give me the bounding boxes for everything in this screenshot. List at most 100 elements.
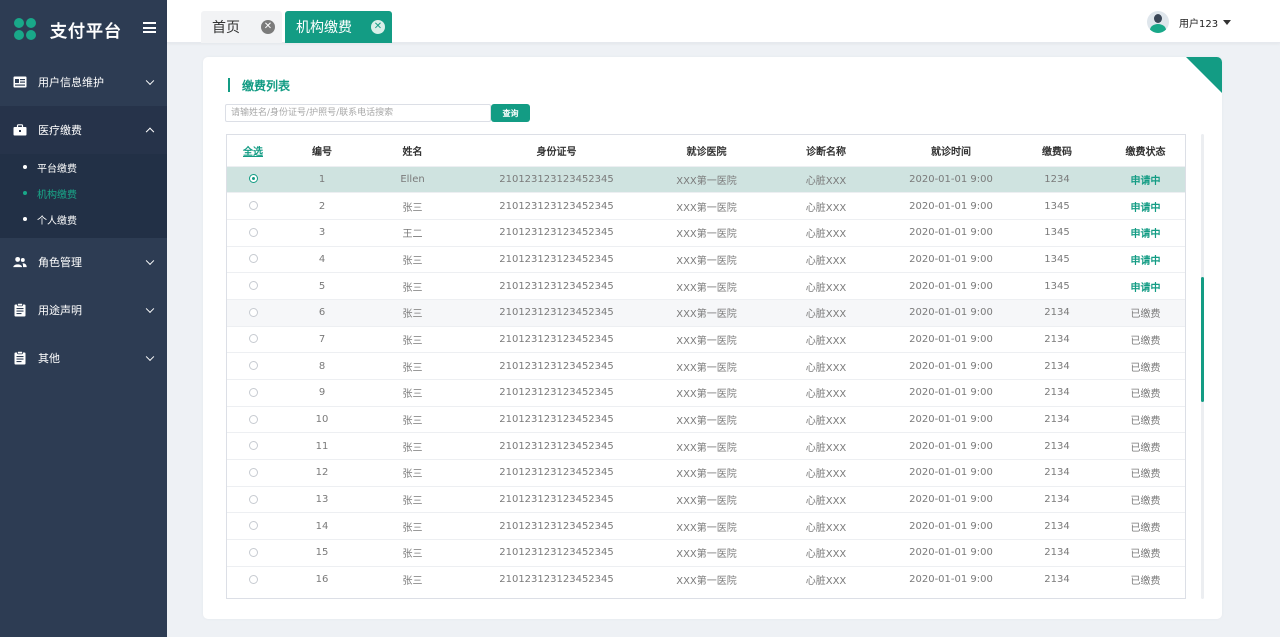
close-icon[interactable]: ✕	[371, 20, 385, 34]
table-row[interactable]: 1 Ellen 210123123123452345 XXX第一医院 心脏XXX 2020…	[227, 166, 1185, 193]
cell-status: 申请中	[1130, 282, 1161, 294]
cell-id-number: 210123123123452345	[499, 360, 614, 372]
cell-time: 2020-01-01 9:00	[909, 467, 993, 479]
sidebar-subitem-personal-payment[interactable]: 个人缴费	[0, 206, 167, 232]
cell-hospital: XXX第一医院	[676, 202, 737, 214]
table-row[interactable]: 10 张三 210123123123452345 XXX第一医院 心脏XXX 2020-0…	[227, 406, 1185, 433]
column-header: 缴费状态	[1125, 146, 1166, 158]
cell-name: 张三	[402, 442, 423, 454]
row-radio[interactable]	[248, 521, 258, 531]
row-radio[interactable]	[248, 201, 258, 211]
tab-institution-payment[interactable]: 机构缴费 ✕	[285, 11, 392, 43]
cell-code: 2134	[1044, 574, 1070, 586]
table-row[interactable]: 11 张三 210123123123452345 XXX第一医院 心脏XXX 2020-0…	[227, 432, 1185, 460]
user-menu[interactable]: 用户123	[1147, 11, 1232, 33]
table-row[interactable]: 14 张三 210123123123452345 XXX第一医院 心脏XXX 2020-0…	[227, 512, 1185, 540]
scrollbar-thumb[interactable]	[1201, 277, 1204, 402]
table-row[interactable]: 4 张三 210123123123452345 XXX第一医院 心脏XXX 2020-01…	[227, 246, 1185, 273]
row-radio[interactable]	[248, 254, 258, 264]
cell-status: 已缴费	[1130, 549, 1161, 561]
cell-hospital: XXX第一医院	[676, 309, 737, 321]
row-radio[interactable]	[248, 414, 258, 424]
row-radio[interactable]	[248, 441, 258, 451]
table-row[interactable]: 7 张三 210123123123452345 XXX第一医院 心脏XXX 2020-01…	[227, 326, 1185, 353]
sidebar-subitem-institution-payment[interactable]: 机构缴费	[0, 180, 167, 206]
table-row[interactable]: 5 张三 210123123123452345 XXX第一医院 心脏XXX 2020-01…	[227, 272, 1185, 300]
corner-decoration	[1186, 57, 1222, 93]
column-header: 姓名	[402, 146, 423, 158]
cell-status: 申请中	[1130, 229, 1161, 241]
close-icon[interactable]: ✕	[261, 20, 275, 34]
row-radio[interactable]	[248, 387, 258, 397]
bullet-icon	[23, 191, 27, 195]
cell-hospital: XXX第一医院	[676, 549, 737, 561]
row-radio[interactable]	[248, 467, 258, 477]
cell-time: 2020-01-01 9:00	[909, 253, 993, 265]
row-select-cell	[227, 460, 279, 487]
table-row[interactable]: 9 张三 210123123123452345 XXX第一医院 心脏XXX 2020-01…	[227, 379, 1185, 407]
cell-code: 2134	[1044, 333, 1070, 345]
sidebar-item-role-management[interactable]: 角色管理	[0, 238, 167, 286]
row-radio[interactable]	[248, 361, 258, 371]
cell-id: 6	[318, 307, 326, 319]
cell-time: 2020-01-01 9:00	[909, 574, 993, 586]
bullet-icon	[23, 165, 27, 169]
clipboard-icon	[13, 303, 27, 317]
select-all-link[interactable]: 全选	[227, 135, 279, 166]
table-row[interactable]: 3 王二 210123123123452345 XXX第一医院 心脏XXX 2020-01…	[227, 219, 1185, 246]
sidebar-item-usage-statement[interactable]: 用途声明	[0, 286, 167, 334]
sidebar-item-other[interactable]: 其他	[0, 334, 167, 382]
row-radio[interactable]	[248, 547, 258, 557]
cell-hospital: XXX第一医院	[676, 522, 737, 534]
cell-code: 1345	[1044, 253, 1070, 265]
table-row[interactable]: 6 张三 210123123123452345 XXX第一医院 心脏XXX 2020-01…	[227, 299, 1185, 327]
column-header: 缴费码	[1042, 146, 1072, 158]
sidebar-submenu: 平台缴费 机构缴费 个人缴费	[0, 154, 167, 238]
row-radio[interactable]	[248, 574, 258, 584]
cell-status: 已缴费	[1130, 389, 1161, 401]
cell-status: 已缴费	[1130, 362, 1161, 374]
cell-hospital: XXX第一医院	[676, 362, 737, 374]
table-header-row: 全选 编号 姓名 身份证号 就诊医院 诊断名称 就诊时间 缴费码 缴费状态	[227, 135, 1185, 166]
vertical-scrollbar[interactable]	[1201, 134, 1204, 599]
row-radio[interactable]	[248, 307, 258, 317]
row-radio[interactable]	[248, 281, 258, 291]
row-radio[interactable]	[248, 334, 258, 344]
cell-hospital: XXX第一医院	[676, 442, 737, 454]
row-radio[interactable]	[248, 227, 258, 237]
row-select-cell	[227, 166, 279, 193]
cell-diagnosis: 心脏XXX	[805, 576, 847, 588]
cell-id-number: 210123123123452345	[499, 574, 614, 586]
row-radio[interactable]	[248, 174, 258, 184]
table-row[interactable]: 15 张三 210123123123452345 XXX第一医院 心脏XXX 2020-0…	[227, 539, 1185, 567]
cell-time: 2020-01-01 9:00	[909, 494, 993, 506]
cell-diagnosis: 心脏XXX	[805, 229, 847, 241]
tab-home[interactable]: 首页 ✕	[201, 11, 282, 43]
table-row[interactable]: 16 张三 210123123123452345 XXX第一医院 心脏XXX 2020-0…	[227, 566, 1185, 593]
table-row[interactable]: 8 张三 210123123123452345 XXX第一医院 心脏XXX 2020-01…	[227, 352, 1185, 380]
bullet-icon	[23, 217, 27, 221]
hamburger-menu-icon[interactable]	[143, 22, 156, 33]
table-row[interactable]: 13 张三 210123123123452345 XXX第一医院 心脏XXX 2020-0…	[227, 486, 1185, 513]
chevron-down-icon	[145, 76, 155, 86]
table-row[interactable]: 2 张三 210123123123452345 XXX第一医院 心脏XXX 2020-01…	[227, 192, 1185, 220]
table-row[interactable]: 12 张三 210123123123452345 XXX第一医院 心脏XXX 2020-0…	[227, 459, 1185, 487]
row-select-cell	[227, 540, 279, 567]
cell-name: 张三	[402, 202, 423, 214]
cell-id: 1	[318, 173, 326, 185]
row-radio[interactable]	[248, 494, 258, 504]
sidebar-item-user-info[interactable]: 用户信息维护	[0, 58, 167, 106]
row-select-cell	[227, 193, 279, 220]
column-header: 身份证号	[536, 146, 577, 158]
search-button[interactable]: 查询	[491, 104, 530, 122]
cell-id-number: 210123123123452345	[499, 173, 614, 185]
section-title: 缴费列表	[228, 77, 290, 93]
title-accent-bar	[228, 78, 230, 92]
search-input[interactable]	[225, 104, 491, 122]
column-header: 编号	[312, 146, 332, 158]
cell-id: 3	[318, 227, 326, 239]
row-select-cell	[227, 353, 279, 380]
sidebar-subitem-platform-payment[interactable]: 平台缴费	[0, 154, 167, 180]
sidebar-item-medical-payment[interactable]: 医疗缴费	[0, 106, 167, 154]
cell-id: 14	[315, 520, 329, 532]
